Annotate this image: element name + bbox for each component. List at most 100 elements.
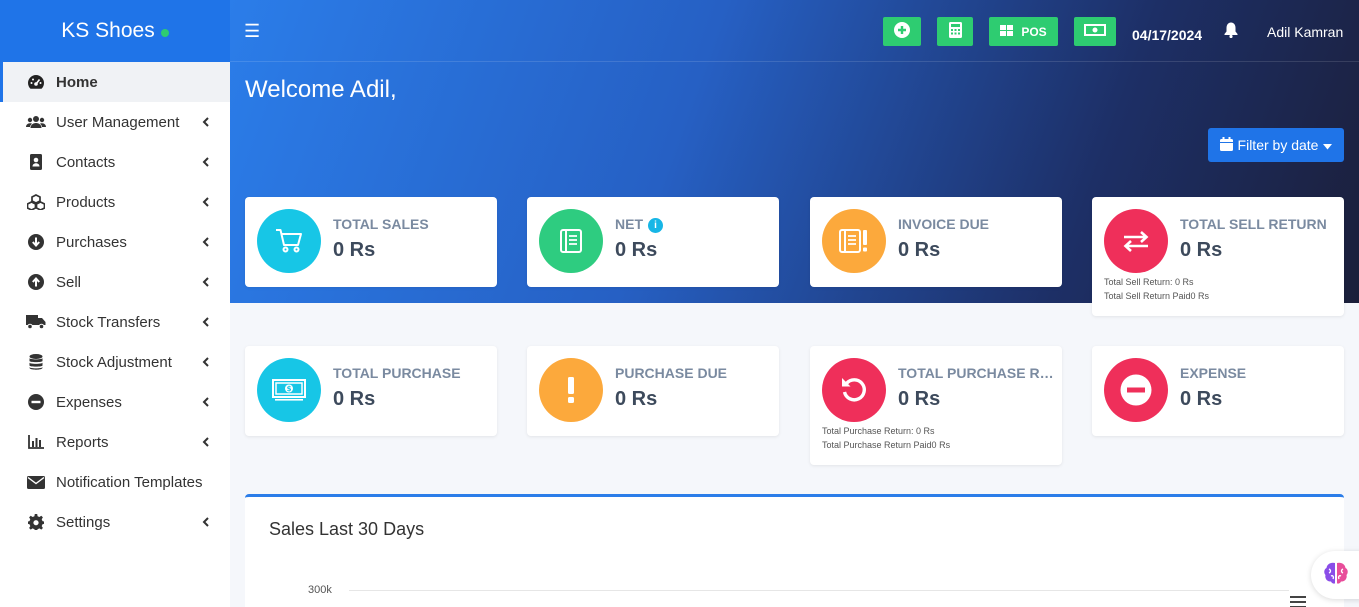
sidebar-item-home[interactable]: Home [0,62,230,102]
top-navbar: ☰ POS 04/17/2024 Adil Kamran [230,0,1359,62]
brand-header[interactable]: KS Shoes [0,0,230,62]
card-title: TOTAL SALES [333,216,429,232]
chart-gridline [349,590,1289,591]
sidebar-item-stock-adjustment[interactable]: Stock Adjustment [0,342,230,382]
sidebar-item-label: Contacts [56,153,116,171]
shopping-cart-icon [257,209,321,273]
sidebar-item-label: Purchases [56,233,127,251]
sidebar-item-label: Settings [56,513,111,531]
sidebar-item-expenses[interactable]: Expenses [0,382,230,422]
card-invoice-due[interactable]: INVOICE DUE 0 Rs [810,197,1062,287]
arrow-circle-up-icon [26,272,46,292]
card-subtext: Total Purchase Return Paid0 Rs [822,440,951,450]
chevron-left-icon [200,317,210,327]
chart-title: Sales Last 30 Days [269,519,425,539]
card-subtext: Total Sell Return: 0 Rs [1104,277,1194,287]
filter-label: Filter by date [1237,137,1319,153]
chevron-left-icon [200,157,210,167]
page-title: Welcome Adil, [245,76,397,103]
card-title: TOTAL PURCHASE [333,365,461,381]
sidebar-item-user-management[interactable]: User Management [0,102,230,142]
card-title: TOTAL PURCHASE RETURN [898,365,1060,381]
exchange-icon [1104,209,1168,273]
info-icon[interactable]: i [648,218,663,233]
chevron-left-icon [200,437,210,447]
chart-menu-icon[interactable] [1290,596,1306,607]
users-icon [26,112,46,132]
sidebar-item-sell[interactable]: Sell [0,262,230,302]
card-value: 0 Rs [1180,388,1223,410]
card-subtext: Total Purchase Return: 0 Rs [822,426,935,436]
minus-circle-icon [1104,358,1168,422]
bar-chart-icon [26,432,46,452]
minus-circle-icon [26,392,46,412]
card-value: 0 Rs [333,239,376,261]
sidebar-item-label: Sell [56,273,82,291]
sidebar-item-settings[interactable]: Settings [0,502,230,542]
chevron-left-icon [200,197,210,207]
gear-icon [26,512,46,532]
card-value: 0 Rs [615,239,658,261]
sidebar-item-label: Reports [56,433,109,451]
card-purchase-due[interactable]: PURCHASE DUE 0 Rs [527,346,779,436]
card-title: NET i [615,216,663,233]
cubes-icon [26,192,46,212]
sidebar-item-stock-transfers[interactable]: Stock Transfers [0,302,230,342]
sidebar-menu: Home User Management Contacts Products P… [0,62,230,542]
sidebar-item-purchases[interactable]: Purchases [0,222,230,262]
online-status-dot [160,29,169,37]
y-axis-tick-label: 300k [308,584,332,596]
money-bill-icon [1084,24,1106,39]
pos-button[interactable]: POS [989,17,1058,46]
calculator-button[interactable] [937,17,973,46]
database-icon [26,352,46,372]
card-value: 0 Rs [615,388,658,410]
sidebar-item-products[interactable]: Products [0,182,230,222]
sidebar-item-label: Products [56,193,116,211]
sidebar-item-label: Stock Transfers [56,313,161,331]
calculator-icon [948,22,962,41]
svg-text:$: $ [287,385,292,393]
card-subtext: Total Sell Return Paid0 Rs [1104,291,1210,301]
card-expense[interactable]: EXPENSE 0 Rs [1092,346,1344,436]
sidebar-item-contacts[interactable]: Contacts [0,142,230,182]
sales-chart-panel: Sales Last 30 Days 300k [245,494,1344,607]
user-menu[interactable]: Adil Kamran [1267,24,1343,40]
sidebar-item-label: User Management [56,113,180,131]
invoice-alert-icon [822,209,886,273]
card-title-text: NET [615,216,643,232]
card-net[interactable]: NET i 0 Rs [527,197,779,287]
cash-register-button[interactable] [1074,17,1116,46]
chevron-left-icon [200,277,210,287]
sidebar-item-reports[interactable]: Reports [0,422,230,462]
sidebar-item-notification-templates[interactable]: Notification Templates [0,462,230,502]
chevron-left-icon [200,397,210,407]
plus-circle-icon [894,22,910,41]
arrow-circle-down-icon [26,232,46,252]
chevron-left-icon [200,117,210,127]
chevron-left-icon [200,237,210,247]
card-value: 0 Rs [1180,239,1223,261]
grid-icon [1000,24,1014,39]
sidebar: KS Shoes Home User Management Contacts P… [0,0,230,607]
truck-icon [26,312,46,332]
menu-toggle-icon[interactable]: ☰ [244,21,260,42]
card-total-sales[interactable]: TOTAL SALES 0 Rs [245,197,497,287]
chevron-left-icon [200,357,210,367]
bell-icon[interactable] [1224,22,1238,43]
card-total-sell-return[interactable]: TOTAL SELL RETURN 0 Rs Total Sell Return… [1092,197,1344,316]
card-total-purchase-return[interactable]: TOTAL PURCHASE RETURN 0 Rs Total Purchas… [810,346,1062,465]
card-total-purchase[interactable]: $ TOTAL PURCHASE 0 Rs [245,346,497,436]
card-title: TOTAL SELL RETURN [1180,216,1327,232]
dashboard-icon [26,72,46,92]
filter-by-date-button[interactable]: Filter by date [1208,128,1344,162]
assistant-widget-button[interactable] [1311,551,1359,599]
pos-label: POS [1021,24,1047,39]
add-button[interactable] [883,17,921,46]
envelope-icon [26,472,46,492]
sidebar-item-label: Notification Templates [56,473,203,491]
exclamation-icon [539,358,603,422]
card-title: EXPENSE [1180,365,1247,381]
calendar-icon [1219,136,1233,154]
ledger-icon [539,209,603,273]
